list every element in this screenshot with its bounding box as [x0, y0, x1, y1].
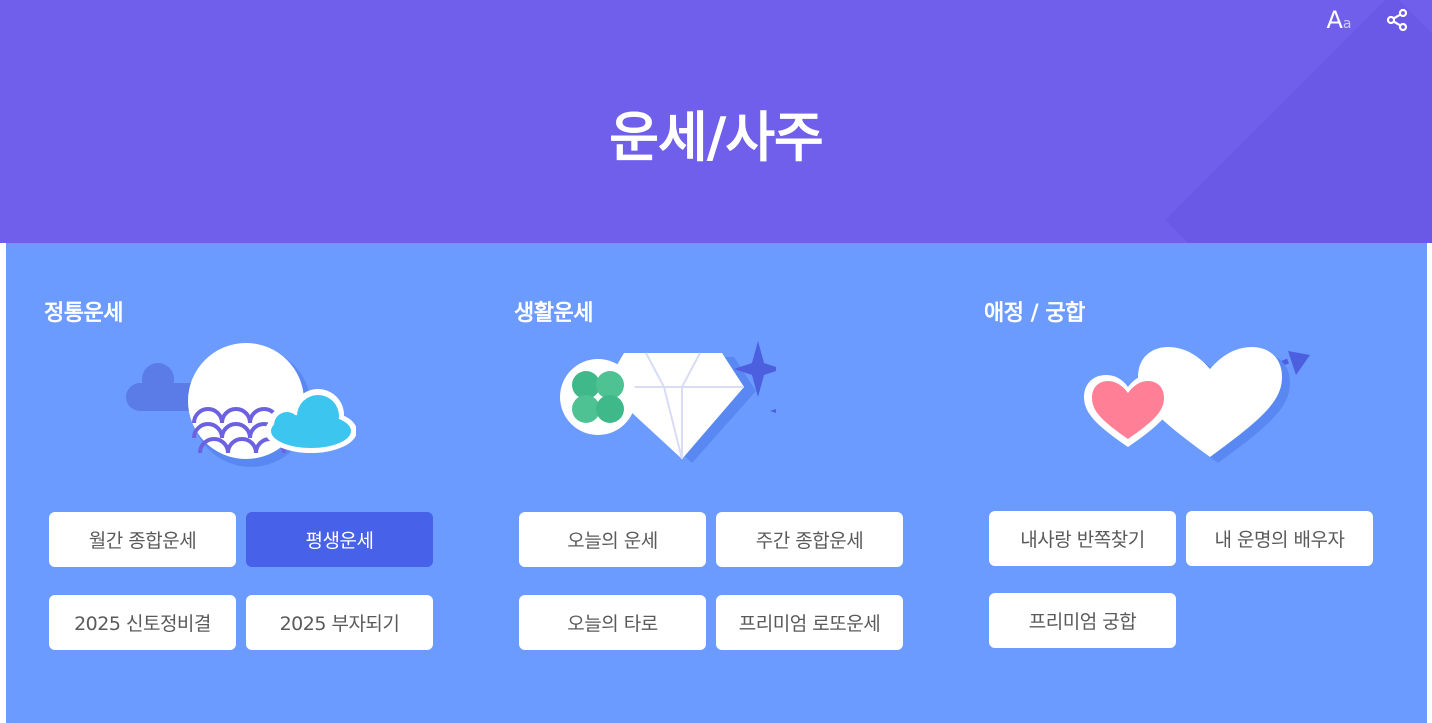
font-size-icon-small: a: [1342, 16, 1352, 32]
clover-diamond-icon: [560, 341, 776, 463]
page-header: Aa 운세/사주: [0, 0, 1432, 243]
premium-compatibility-button[interactable]: 프리미엄 궁합: [989, 593, 1176, 648]
moon-cloud-icon: [126, 343, 356, 467]
section-daily-life-fortune: 생활운세 오늘의 운세 주간 종합운세 오늘의 타로 프리미엄 로또운세: [476, 243, 946, 723]
become-rich-button[interactable]: 2025 부자되기: [246, 595, 433, 650]
today-tarot-button[interactable]: 오늘의 타로: [519, 595, 706, 650]
page-title: 운세/사주: [609, 106, 823, 169]
fortune-categories: 정통운세 월간 종합운세 평생운세 2025 신토정비결 2025 부자되기 생…: [6, 243, 1427, 723]
section-title: 정통운세: [44, 301, 123, 326]
monthly-fortune-button[interactable]: 월간 종합운세: [49, 512, 236, 567]
weekly-fortune-button[interactable]: 주간 종합운세: [716, 512, 903, 567]
share-icon[interactable]: [1380, 4, 1414, 36]
section-title: 생활운세: [514, 301, 593, 326]
hearts-arrow-icon: [1084, 347, 1310, 463]
premium-lotto-fortune-button[interactable]: 프리미엄 로또운세: [716, 595, 903, 650]
font-size-icon-big: A: [1326, 6, 1343, 34]
section-love-compatibility: 애정 / 궁합 내사랑 반쪽찾기 내 운명의 배우자 프리미엄 궁합: [946, 243, 1416, 723]
font-size-icon[interactable]: Aa: [1322, 4, 1356, 36]
section-traditional-fortune: 정통운세 월간 종합운세 평생운세 2025 신토정비결 2025 부자되기: [6, 243, 476, 723]
section-title: 애정 / 궁합: [984, 301, 1085, 326]
lifetime-fortune-button[interactable]: 평생운세: [246, 512, 433, 567]
destined-spouse-button[interactable]: 내 운명의 배우자: [1186, 511, 1373, 566]
find-my-love-button[interactable]: 내사랑 반쪽찾기: [989, 511, 1176, 566]
tojeong-bigyeol-button[interactable]: 2025 신토정비결: [49, 595, 236, 650]
today-fortune-button[interactable]: 오늘의 운세: [519, 512, 706, 567]
